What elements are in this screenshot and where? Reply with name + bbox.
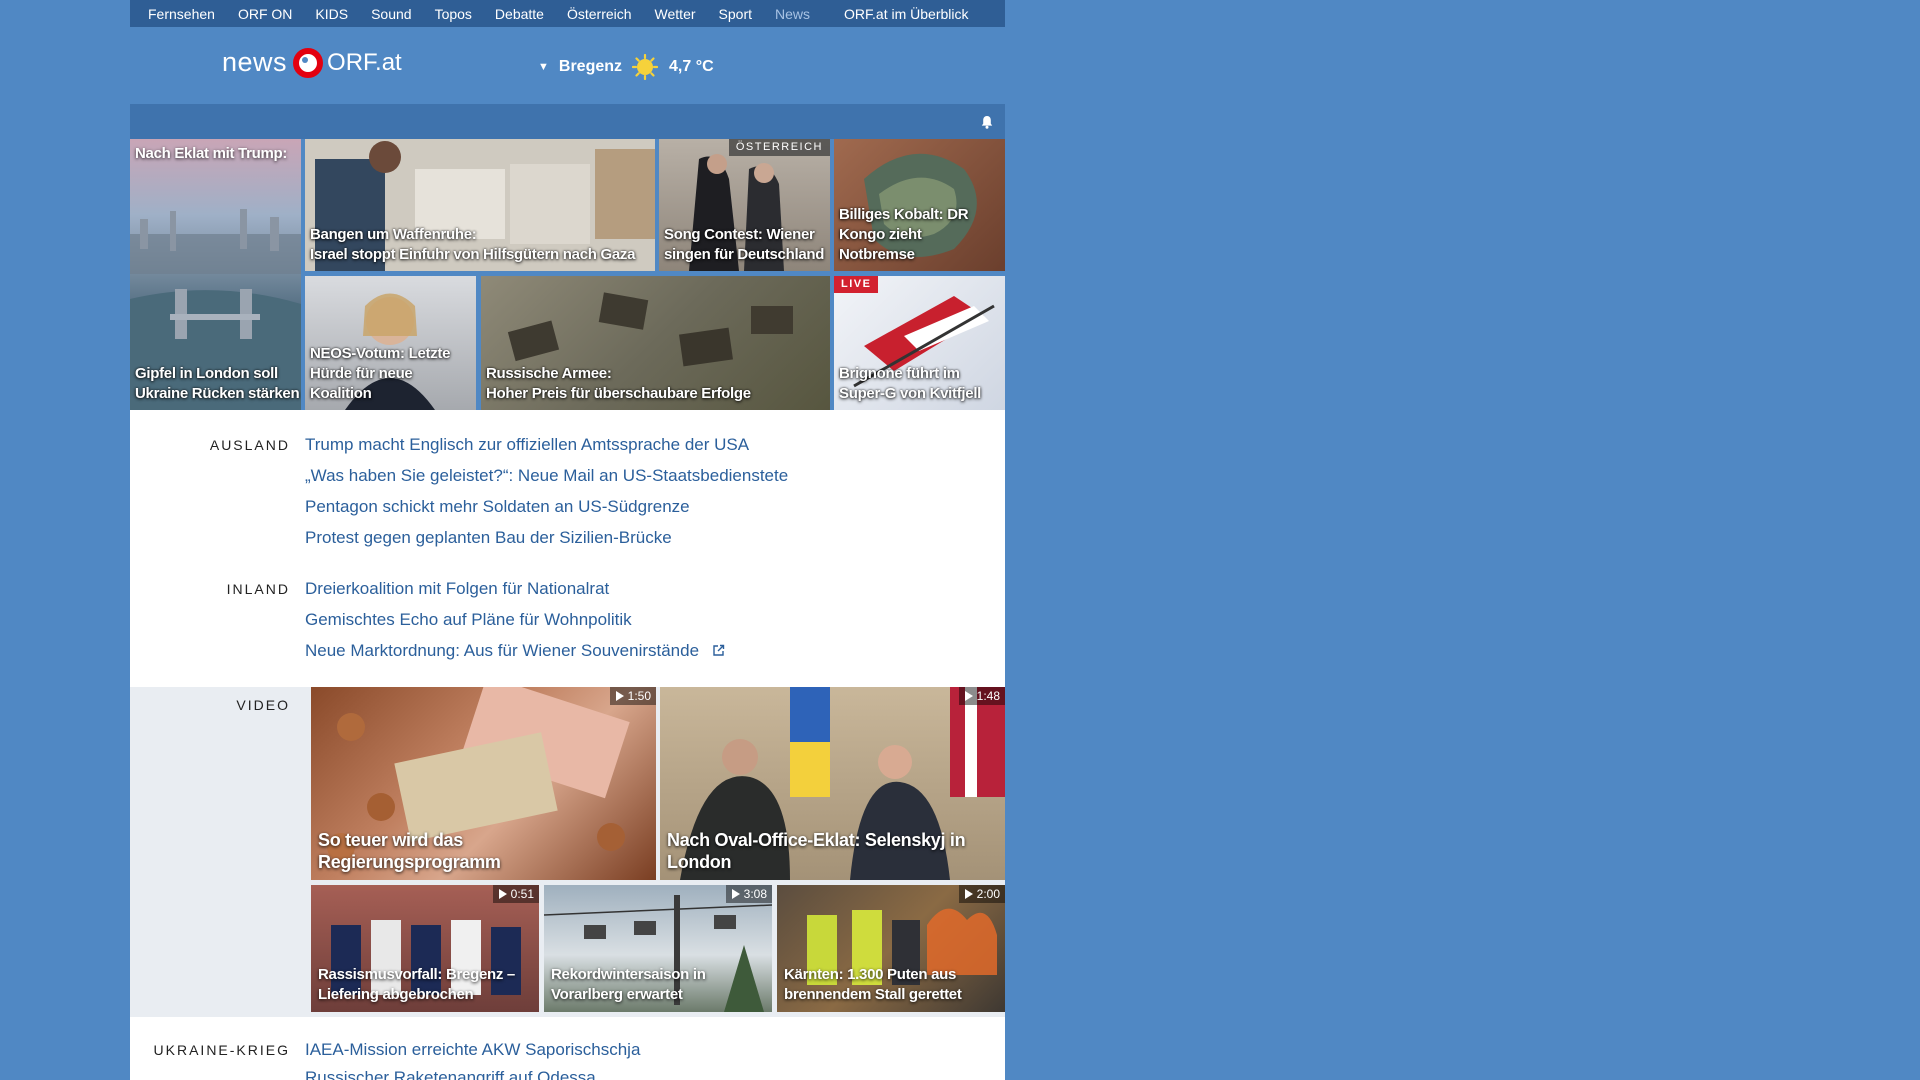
tile-armee[interactable]: Russische Armee: Hoher Preis für überscha… <box>481 276 830 410</box>
nav-item-overview[interactable]: ORF.at im Überblick <box>844 6 968 22</box>
section-label-ausland: AUSLAND <box>209 437 290 453</box>
tile-kobalt[interactable]: Billiges Kobalt: DR Kongo zieht Notbremse <box>834 139 1005 271</box>
orf-ring-icon <box>293 47 324 78</box>
tile-neos[interactable]: NEOS-Votum: Letzte Hürde für neue Koaliti… <box>305 276 476 410</box>
headline-link[interactable]: „Was haben Sie geleistet?“: Neue Mail an… <box>305 466 788 486</box>
video-duration: 3:08 <box>725 885 772 903</box>
video-duration: 1:50 <box>609 687 656 705</box>
nav-item-sport[interactable]: Sport <box>719 6 752 22</box>
headline-link[interactable]: Protest gegen geplanten Bau der Sizilien… <box>305 528 672 548</box>
weather-widget[interactable]: ▼ Bregenz 4,7 °C <box>538 54 714 80</box>
tile-caption: Russische Armee: Hoher Preis für überscha… <box>486 365 751 402</box>
sun-icon <box>632 54 659 80</box>
video-caption: Rassismusvorfall: Bregenz – Liefering ab… <box>318 966 515 1003</box>
tile-caption: Billiges Kobalt: DR Kongo zieht Notbremse <box>839 206 969 263</box>
nav-item-sound[interactable]: Sound <box>371 6 411 22</box>
play-icon <box>964 691 973 701</box>
tile-caption: NEOS-Votum: Letzte Hürde für neue Koaliti… <box>310 345 451 402</box>
notification-bar <box>130 104 1005 139</box>
video-tile-puten[interactable]: 2:00 Kärnten: 1.300 Puten aus brennendem… <box>777 885 1005 1012</box>
video-duration: 0:51 <box>492 885 539 903</box>
headline-link[interactable]: Trump macht Englisch zur offiziellen Amt… <box>305 435 749 455</box>
nav-item-orf-on[interactable]: ORF ON <box>238 6 292 22</box>
weather-temperature: 4,7 °C <box>669 58 714 75</box>
video-tile-selenskyj[interactable]: 1:48 Nach Oval-Office-Eklat: Selenskyj i… <box>660 687 1005 880</box>
section-label-video: VIDEO <box>236 697 290 713</box>
play-icon <box>498 889 507 899</box>
headline-link[interactable]: Dreierkoalition mit Folgen für Nationalr… <box>305 579 609 599</box>
video-duration: 2:00 <box>958 885 1005 903</box>
section-label-inland: INLAND <box>226 581 290 597</box>
tile-caption: Gipfel in London soll Ukraine Rücken stä… <box>135 365 300 402</box>
nav-item-debatte[interactable]: Debatte <box>495 6 544 22</box>
tile-songcontest[interactable]: ÖSTERREICH Song Contest: Wiener singen fü… <box>659 139 830 271</box>
nav-item-topos[interactable]: Topos <box>435 6 472 22</box>
dropdown-triangle-icon[interactable]: ▼ <box>538 61 549 73</box>
video-caption: Rekordwintersaison in Vorarlberg erwarte… <box>551 966 706 1003</box>
headline-link-external[interactable]: Neue Marktordnung: Aus für Wiener Souven… <box>305 641 725 661</box>
external-link-icon <box>713 644 724 656</box>
headline-link[interactable]: IAEA-Mission erreichte AKW Saporischschj… <box>305 1040 640 1060</box>
video-section: VIDEO 1:50 So teuer wird das Regierungsp… <box>130 687 1005 1017</box>
main-content: AUSLAND Trump macht Englisch zur offizie… <box>130 410 1005 1080</box>
tile-caption: Brignone führt im Super-G von Kvitfjell <box>839 365 982 402</box>
video-caption: So teuer wird das Regierungsprogramm <box>318 830 501 872</box>
tile-gaza[interactable]: Bangen um Waffenruhe: Israel stoppt Einfu… <box>305 139 655 271</box>
play-icon <box>964 889 973 899</box>
top-navigation: Fernsehen ORF ON KIDS Sound Topos Debatt… <box>130 0 1005 27</box>
live-badge: LIVE <box>834 276 879 293</box>
tile-caption: Bangen um Waffenruhe: Israel stoppt Einfu… <box>310 226 636 263</box>
nav-item-kids[interactable]: KIDS <box>315 6 348 22</box>
play-icon <box>615 691 624 701</box>
nav-item-fernsehen[interactable]: Fernsehen <box>148 6 215 22</box>
tile-caption: Song Contest: Wiener singen für Deutschla… <box>664 226 825 263</box>
video-tile-wintersaison[interactable]: 3:08 Rekordwintersaison in Vorarlberg er… <box>544 885 772 1012</box>
headline-link[interactable]: Gemischtes Echo auf Pläne für Wohnpoliti… <box>305 610 632 630</box>
section-badge: ÖSTERREICH <box>728 139 830 156</box>
tile-brignone[interactable]: LIVE Brignone führt im Super-G von Kvitfj… <box>834 276 1005 410</box>
video-tile-regierungsprogramm[interactable]: 1:50 So teuer wird das Regierungsprogram… <box>311 687 656 880</box>
video-duration: 1:48 <box>958 687 1005 705</box>
nav-item-news[interactable]: News <box>775 6 810 22</box>
headline-link[interactable]: Russischer Raketenangriff auf Odessa <box>305 1068 596 1080</box>
section-label-ukraine: UKRAINE-KRIEG <box>153 1042 290 1058</box>
logo-news-text: news <box>222 47 288 77</box>
tile-london-summit[interactable]: Nach Eklat mit Trump: Gipfel in London s… <box>130 139 301 410</box>
weather-location: Bregenz <box>558 58 623 75</box>
play-icon <box>731 889 740 899</box>
logo-orf-text: ORF.at <box>327 48 402 76</box>
news-orf-logo[interactable]: news ORF.at <box>222 47 402 78</box>
video-caption: Nach Oval-Office-Eklat: Selenskyj in Lon… <box>667 830 966 872</box>
page-wrapper: Fernsehen ORF ON KIDS Sound Topos Debatt… <box>130 0 1005 1080</box>
site-header: news ORF.at ▼ Bregenz 4,7 °C <box>130 27 1005 104</box>
tile-top-text: Nach Eklat mit Trump: <box>135 145 288 162</box>
headline-text: Neue Marktordnung: Aus für Wiener Souven… <box>305 641 700 660</box>
video-caption: Kärnten: 1.300 Puten aus brennendem Stal… <box>784 966 962 1003</box>
headline-link[interactable]: Pentagon schickt mehr Soldaten an US-Süd… <box>305 497 690 517</box>
nav-item-oesterreich[interactable]: Österreich <box>567 6 632 22</box>
bell-icon[interactable] <box>979 114 995 130</box>
nav-item-wetter[interactable]: Wetter <box>655 6 696 22</box>
video-tile-rassismus[interactable]: 0:51 Rassismusvorfall: Bregenz – Lieferi… <box>311 885 539 1012</box>
